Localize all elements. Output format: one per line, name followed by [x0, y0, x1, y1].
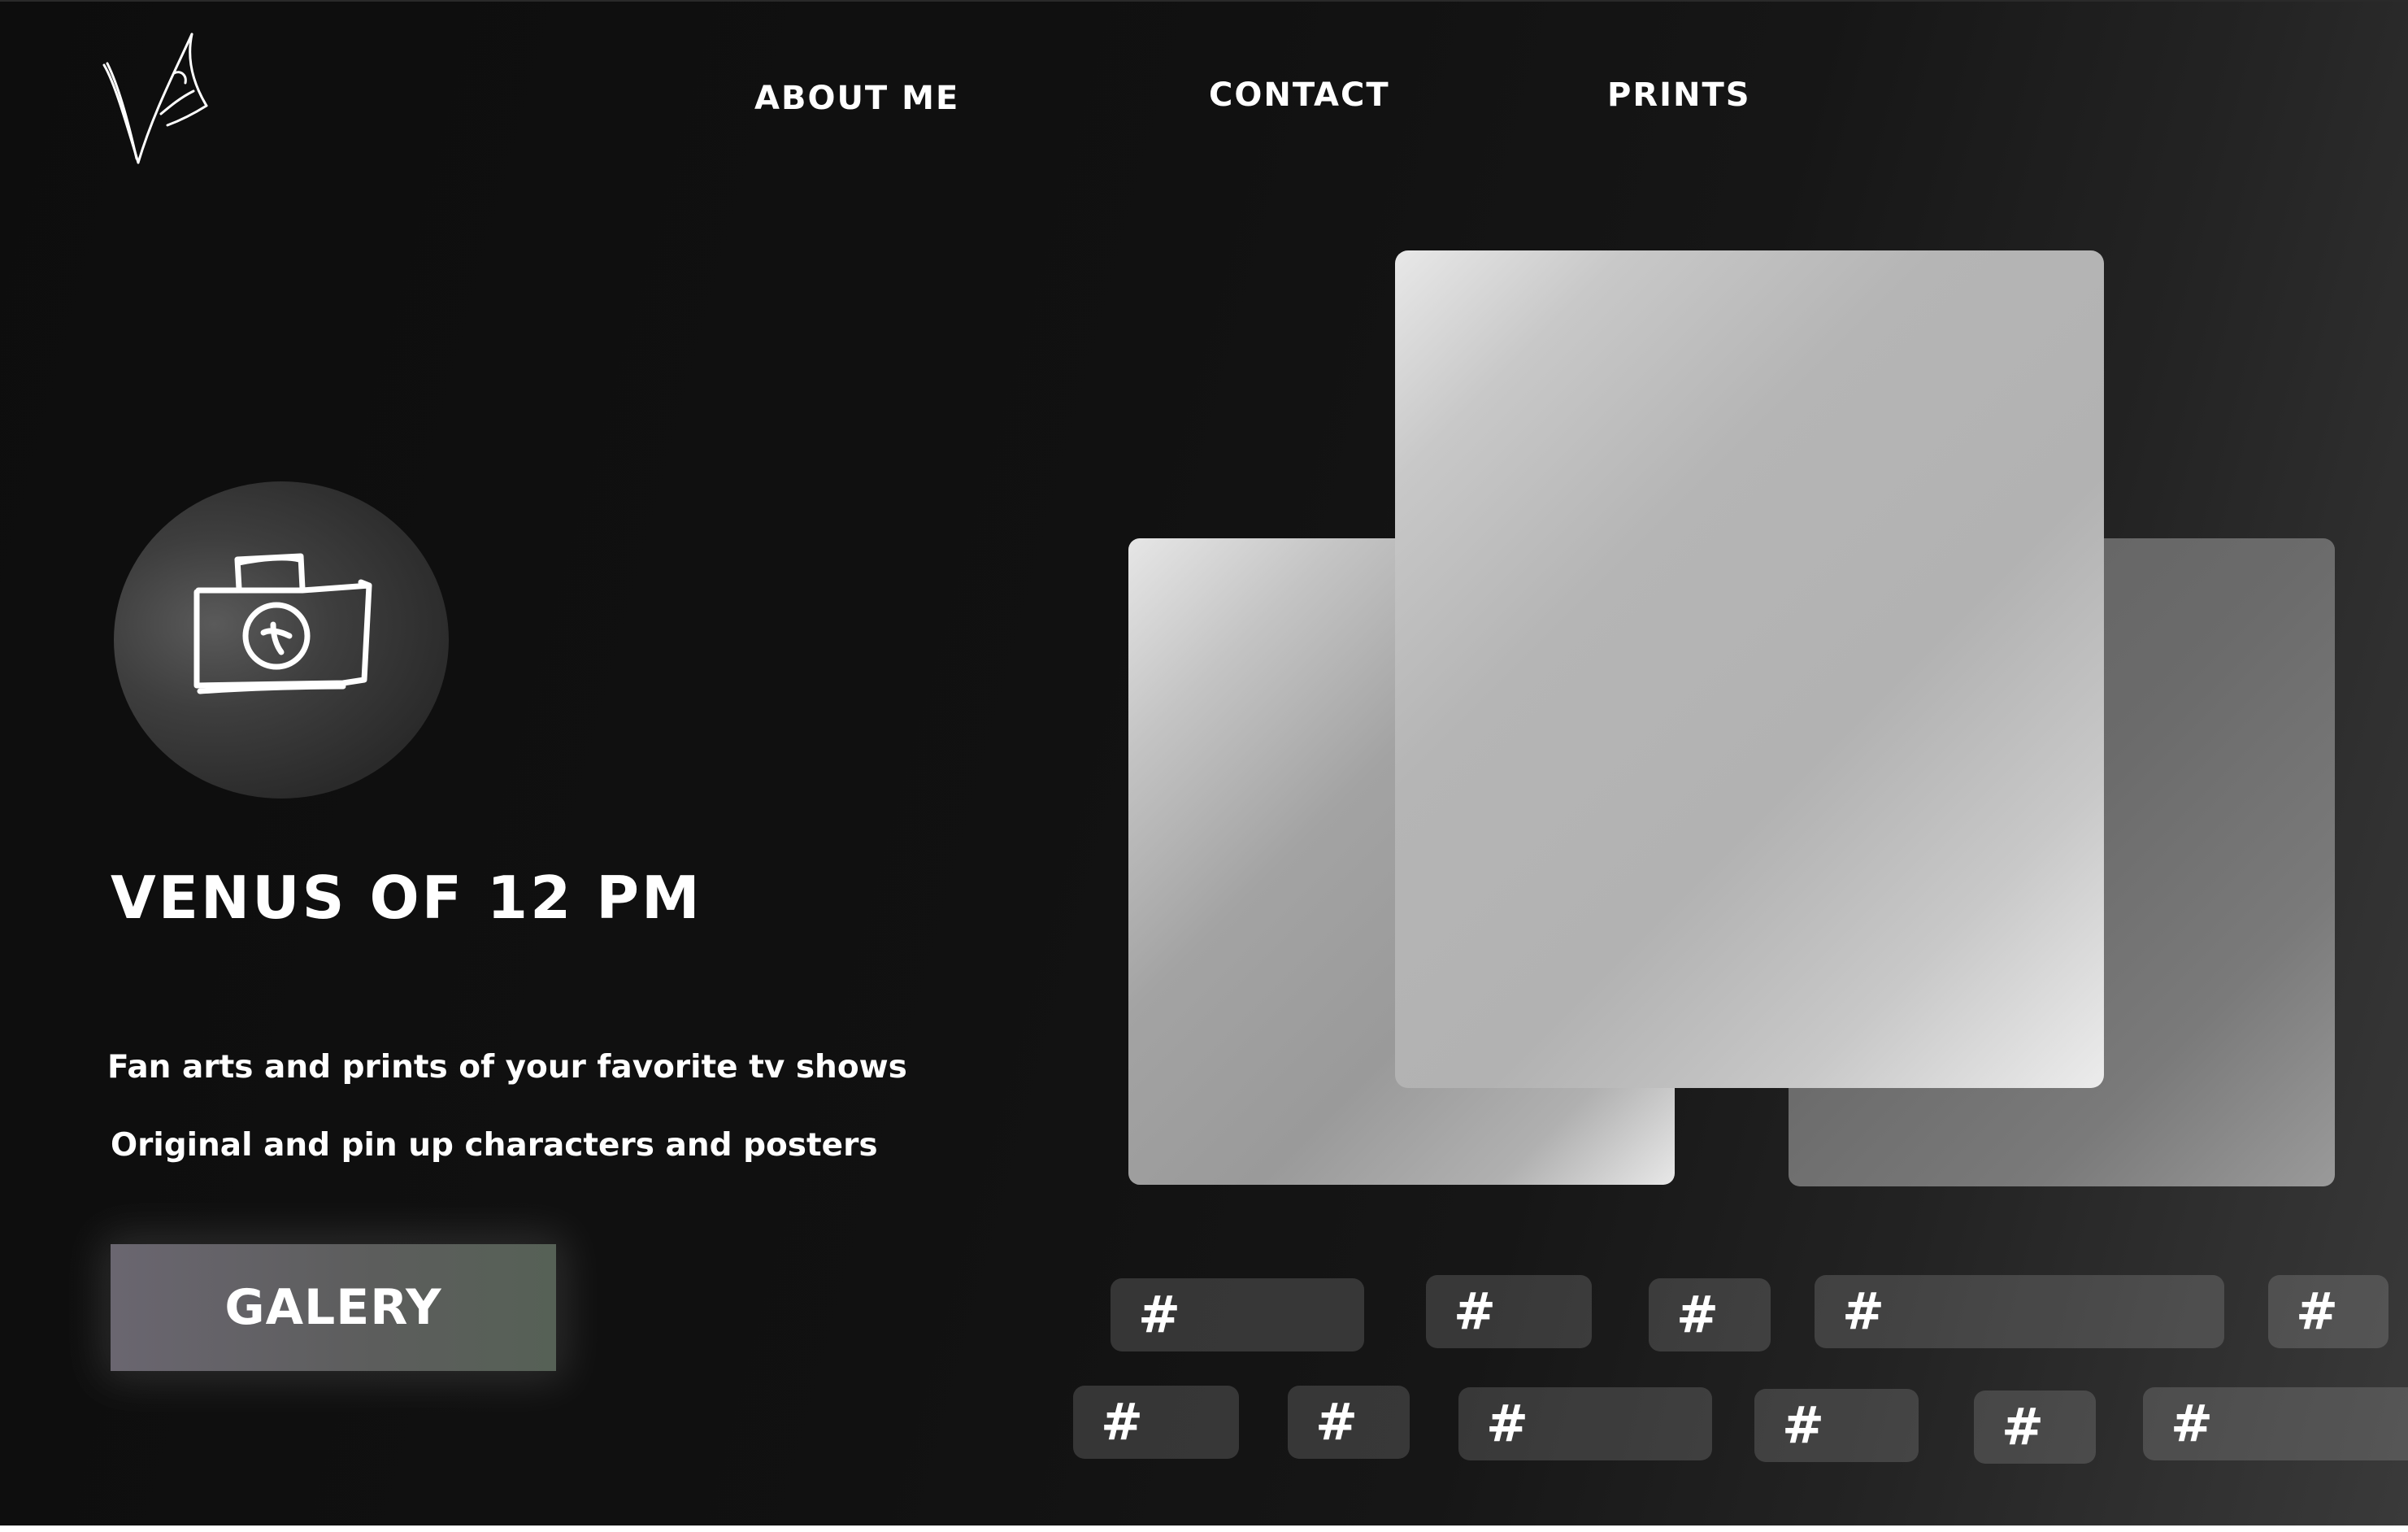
- galery-button[interactable]: GALERY: [111, 1244, 556, 1371]
- camera-icon: [193, 553, 372, 694]
- preview-card-center[interactable]: [1395, 250, 2104, 1088]
- nav-prints[interactable]: PRINTS: [1607, 76, 1751, 114]
- nav-about-me[interactable]: ABOUT ME: [754, 80, 959, 117]
- hashtag-chip[interactable]: #: [1426, 1275, 1592, 1348]
- tagline-original: Original and pin up characters and poste…: [111, 1127, 878, 1164]
- bottom-border: [0, 1525, 2408, 1532]
- hashtag-chip[interactable]: #: [1754, 1389, 1919, 1462]
- nav-contact[interactable]: CONTACT: [1209, 76, 1390, 114]
- hashtag-chip[interactable]: #: [1815, 1275, 2224, 1348]
- hashtag-chip[interactable]: #: [1073, 1386, 1239, 1459]
- hashtag-chip[interactable]: #: [1111, 1278, 1364, 1351]
- page-title: VENUS OF 12 PM: [111, 864, 702, 932]
- tagline-fan-arts: Fan arts and prints of your favorite tv …: [107, 1049, 907, 1086]
- page: ABOUT ME CONTACT PRINTS VENUS OF 12 PM F…: [0, 0, 2408, 1532]
- hashtag-chip[interactable]: #: [1458, 1387, 1712, 1460]
- hashtag-chip[interactable]: #: [1288, 1386, 1410, 1459]
- hashtag-chip[interactable]: #: [2268, 1275, 2388, 1348]
- signature-logo-icon[interactable]: [96, 24, 226, 171]
- hashtag-chip[interactable]: #: [2143, 1387, 2408, 1460]
- hashtag-chip[interactable]: #: [1649, 1278, 1771, 1351]
- hashtag-chip[interactable]: #: [1974, 1391, 2096, 1464]
